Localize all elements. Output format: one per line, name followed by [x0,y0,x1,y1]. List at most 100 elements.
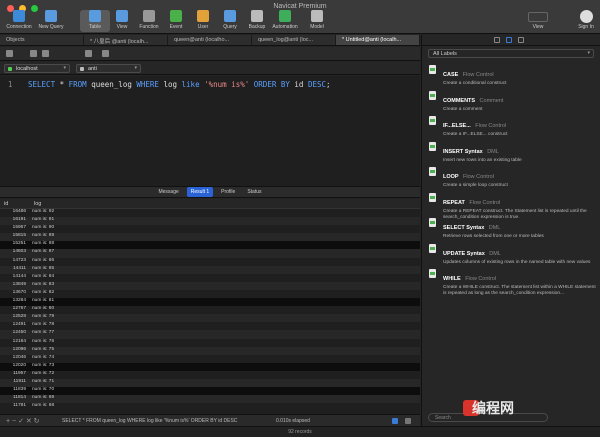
table-row[interactable]: 16486 num is: 92 [0,209,420,217]
cell-log[interactable]: num is: 72 [30,371,54,379]
cell-id[interactable]: 11911 [0,379,30,387]
run-icon[interactable] [42,50,49,57]
cell-log[interactable]: num is: 74 [30,355,54,363]
cell-id[interactable]: 14411 [0,266,30,274]
tab-profile[interactable]: Profile [217,187,239,197]
column-header-log[interactable]: log [30,199,45,208]
toolbar-automation-button[interactable]: Automation [270,10,300,30]
toolbar-new-query-button[interactable]: New Query [36,10,66,30]
database-select[interactable]: anti ▾ [76,64,141,73]
table-row[interactable]: 13284 num is: 81 [0,298,420,307]
table-row[interactable]: 12046 num is: 74 [0,355,420,363]
table-row[interactable]: 13849 num is: 83 [0,281,420,290]
cell-log[interactable]: num is: 82 [30,290,54,298]
cell-log[interactable]: num is: 70 [30,387,54,395]
label-filter-select[interactable]: All Labels ▾ [428,49,594,58]
cell-id[interactable]: 14603 [0,249,30,257]
table-row[interactable]: 12096 num is: 75 [0,346,420,355]
connection-select[interactable]: localhost ▾ [4,64,70,73]
table-row[interactable]: 14144 num is: 84 [0,274,420,282]
save-icon[interactable] [6,50,13,57]
cell-log[interactable]: num is: 80 [30,306,54,314]
cell-log[interactable]: num is: 86 [30,258,54,266]
table-row[interactable]: 15967 num is: 90 [0,225,420,233]
toolbar-user-button[interactable]: User [188,10,218,30]
info-icon[interactable] [494,37,500,43]
cell-id[interactable]: 12020 [0,363,30,371]
cell-id[interactable]: 12767 [0,306,30,314]
snippet-item[interactable]: WHILE Flow Control Create a WHILE constru… [422,265,600,296]
table-row[interactable]: 12020 num is: 73 [0,362,420,371]
sql-editor[interactable]: 1 SELECT * FROM queen_log WHERE log like… [0,76,420,186]
table-row[interactable]: 11839 num is: 70 [0,387,420,396]
format-icon[interactable] [30,50,37,57]
cell-id[interactable]: 11781 [0,403,30,411]
history-icon[interactable] [518,37,524,43]
cell-log[interactable]: num is: 75 [30,347,54,355]
cell-log[interactable]: num is: 71 [30,379,54,387]
code-snippet-icon[interactable] [506,37,512,43]
table-row[interactable]: 11781 num is: 68 [0,403,420,411]
sign-in-button[interactable]: Sign In [571,10,600,30]
table-row[interactable]: 14411 num is: 85 [0,265,420,274]
form-view-icon[interactable] [405,418,411,424]
cell-id[interactable]: 13284 [0,298,30,306]
toolbar-function-button[interactable]: Function [134,10,164,30]
cell-log[interactable]: num is: 76 [30,339,54,347]
cell-log[interactable]: num is: 77 [30,330,54,338]
table-row[interactable]: 12767 num is: 80 [0,306,420,314]
tab-result-1[interactable]: Result 1 [186,187,214,197]
cell-id[interactable]: 11839 [0,387,30,395]
cell-id[interactable]: 14144 [0,274,30,282]
toolbar-view-button[interactable]: View [107,10,137,30]
cell-log[interactable]: num is: 68 [30,403,54,411]
table-row[interactable]: 15251 num is: 88 [0,241,420,250]
grid-view-icon[interactable] [392,418,398,424]
cell-log[interactable]: num is: 85 [30,266,54,274]
add-remove-row-icons[interactable]: + − ✓ ✕ ↻ [6,417,40,425]
cell-id[interactable]: 13670 [0,290,30,298]
table-row[interactable]: 14603 num is: 87 [0,249,420,258]
cell-id[interactable]: 13849 [0,282,30,290]
table-row[interactable]: 12491 num is: 78 [0,322,420,330]
export-icon[interactable] [102,50,109,57]
snippet-item[interactable]: COMMENTS Comment Create a comment [422,87,600,113]
table-row[interactable]: 12184 num is: 76 [0,339,420,347]
table-row[interactable]: 16191 num is: 91 [0,217,420,226]
cell-id[interactable]: 12046 [0,355,30,363]
cell-id[interactable]: 11957 [0,371,30,379]
snippet-item[interactable]: UPDATE Syntax DML Updates columns of exis… [422,240,600,266]
snippet-item[interactable]: LOOP Flow Control Create a simple loop co… [422,163,600,189]
snippet-item[interactable]: IF...ELSE... Flow Control Create a IF...E… [422,112,600,138]
cell-log[interactable]: num is: 91 [30,217,54,225]
tab-untitled-query[interactable]: * Untitled@anti (localh... [336,35,420,45]
table-row[interactable]: 15815 num is: 89 [0,233,420,242]
cell-log[interactable]: num is: 84 [30,274,54,282]
cell-log[interactable]: num is: 81 [30,298,54,306]
cell-id[interactable]: 16191 [0,217,30,225]
table-row[interactable]: 11814 num is: 69 [0,395,420,404]
cell-id[interactable]: 12096 [0,347,30,355]
toolbar-backup-button[interactable]: Backup [242,10,272,30]
tab-queen-log[interactable]: queen_log@anti (loc... [252,35,336,45]
tab-queen-design[interactable]: * 八皇后 @anti (localh... [84,35,168,45]
cell-id[interactable]: 14723 [0,258,30,266]
table-row[interactable]: 11957 num is: 72 [0,371,420,379]
column-header-id[interactable]: id [0,199,30,208]
snippet-item[interactable]: CASE Flow Control Create a conditional co… [422,61,600,87]
cell-id[interactable]: 16486 [0,209,30,217]
tab-objects[interactable]: Objects [0,35,84,45]
tab-message[interactable]: Message [154,187,182,197]
table-row[interactable]: 12450 num is: 77 [0,330,420,339]
snippet-item[interactable]: SELECT Syntax DML Retrieve rows selected … [422,214,600,240]
table-row[interactable]: 13670 num is: 82 [0,290,420,298]
snippet-item[interactable]: INSERT Syntax DML Insert new rows into an… [422,138,600,164]
toolbar-event-button[interactable]: Event [161,10,191,30]
cell-log[interactable]: num is: 83 [30,282,54,290]
table-row[interactable]: 11911 num is: 71 [0,378,420,388]
table-row[interactable]: 12528 num is: 79 [0,314,420,323]
cell-log[interactable]: num is: 73 [30,363,54,371]
cell-id[interactable]: 12184 [0,339,30,347]
cell-log[interactable]: num is: 87 [30,249,54,257]
cell-id[interactable]: 12450 [0,330,30,338]
